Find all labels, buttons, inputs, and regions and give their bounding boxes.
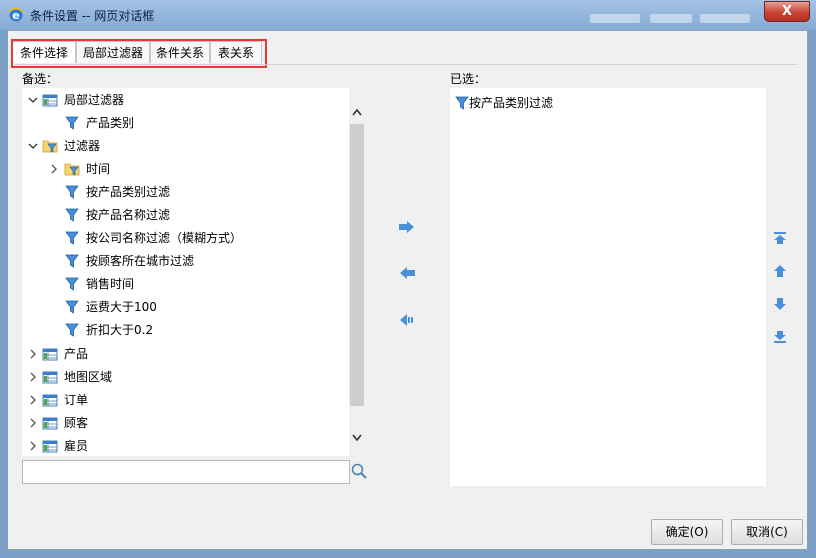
chevron-right-icon[interactable] (28, 441, 38, 451)
filter-icon (65, 116, 79, 130)
tab-panel-border (15, 64, 797, 65)
svg-text:e: e (12, 9, 19, 22)
tree-row-filters[interactable]: 过滤器 (22, 136, 349, 156)
tree-search-input[interactable] (22, 460, 350, 484)
tree-label: 按公司名称过滤（模糊方式） (86, 231, 243, 245)
tree-label: 销售时间 (86, 277, 135, 291)
title-bar: e 条件设置 -- 网页对话框 X (0, 0, 816, 30)
chevron-down-icon[interactable] (28, 95, 38, 105)
table-icon (42, 94, 58, 107)
tree-label: 按产品类别过滤 (86, 185, 171, 199)
filter-icon (65, 323, 79, 337)
tree-row-time[interactable]: 时间 (22, 159, 349, 179)
selected-label: 已选： (450, 72, 487, 86)
scrollbar-thumb[interactable] (350, 124, 364, 406)
chevron-right-icon[interactable] (28, 349, 38, 359)
tree-row-filter-item[interactable]: 按顾客所在城市过滤 (22, 251, 349, 271)
filter-icon (455, 96, 469, 110)
chevron-down-icon[interactable] (28, 141, 38, 151)
blurred-toolbar-text (590, 14, 640, 23)
move-right-icon[interactable] (398, 220, 416, 234)
ok-button[interactable]: 确定(O) (651, 519, 723, 545)
move-all-left-icon[interactable] (398, 313, 416, 327)
move-left-icon[interactable] (398, 266, 416, 280)
chevron-right-icon[interactable] (49, 164, 59, 174)
filter-icon (65, 185, 79, 199)
tree-row-local-filters[interactable]: 局部过滤器 (22, 90, 349, 110)
filter-icon (65, 208, 79, 222)
filter-folder-icon (64, 163, 80, 176)
blurred-toolbar-text (650, 14, 692, 23)
tree-row-filter-item[interactable]: 按产品类别过滤 (22, 182, 349, 202)
chevron-right-icon[interactable] (28, 418, 38, 428)
selected-item-label: 按产品类别过滤 (469, 96, 554, 110)
tree-row-filter-item[interactable]: 折扣大于0.2 (22, 320, 349, 340)
tree-scrollbar[interactable] (349, 88, 365, 456)
tree-row-filter-item[interactable]: 按公司名称过滤（模糊方式） (22, 228, 349, 248)
selected-list[interactable]: 按产品类别过滤 (450, 88, 766, 486)
tree-label: 折扣大于0.2 (86, 323, 154, 337)
tree-label: 按顾客所在城市过滤 (86, 254, 195, 268)
tree-label: 过滤器 (64, 139, 101, 153)
tree-row-table[interactable]: 顾客 (22, 413, 349, 433)
tree-row-filter-item[interactable]: 销售时间 (22, 274, 349, 294)
filter-icon (65, 231, 79, 245)
scroll-up-icon[interactable] (352, 108, 362, 116)
ie-icon: e (8, 7, 24, 22)
tree-label: 运费大于100 (86, 300, 157, 314)
chevron-right-icon[interactable] (28, 395, 38, 405)
move-down-icon[interactable] (773, 297, 787, 311)
available-tree[interactable]: 局部过滤器 产品类别 过滤器 时间 按产品类别过滤 按产品名称过滤 按公司名称过… (22, 88, 349, 456)
filter-icon (65, 277, 79, 291)
tree-row-table[interactable]: 雇员 (22, 436, 349, 456)
tree-label: 产品类别 (86, 116, 135, 130)
filter-icon (65, 254, 79, 268)
scroll-down-icon[interactable] (352, 434, 362, 442)
tree-label: 顾客 (64, 416, 89, 430)
tree-row-filter-item[interactable]: 运费大于100 (22, 297, 349, 317)
tree-label: 地图区域 (64, 370, 113, 384)
chevron-right-icon[interactable] (28, 372, 38, 382)
tree-row-table[interactable]: 产品 (22, 344, 349, 364)
tree-row-table[interactable]: 订单 (22, 390, 349, 410)
tree-row-table[interactable]: 地图区域 (22, 367, 349, 387)
selected-item[interactable]: 按产品类别过滤 (454, 93, 754, 113)
table-icon (42, 371, 58, 384)
table-icon (42, 417, 58, 430)
move-top-icon[interactable] (773, 231, 787, 245)
available-label: 备选： (22, 72, 59, 86)
table-icon (42, 348, 58, 361)
tree-label: 按产品名称过滤 (86, 208, 171, 222)
tree-label: 产品 (64, 347, 89, 361)
move-up-icon[interactable] (773, 264, 787, 278)
tree-label: 雇员 (64, 439, 89, 453)
filter-icon (65, 300, 79, 314)
tree-label: 订单 (64, 393, 89, 407)
cancel-button[interactable]: 取消(C) (731, 519, 803, 545)
dialog-window: e 条件设置 -- 网页对话框 X 条件选择 局部过滤器 条件关系 表关系 备选… (0, 0, 816, 558)
close-button[interactable]: X (764, 1, 810, 22)
tree-label: 时间 (86, 162, 111, 176)
tree-row-filter-item[interactable]: 按产品名称过滤 (22, 205, 349, 225)
filter-folder-icon (42, 140, 58, 153)
tree-row-product-category[interactable]: 产品类别 (22, 113, 349, 133)
move-bottom-icon[interactable] (773, 330, 787, 344)
window-title: 条件设置 -- 网页对话框 (30, 9, 155, 23)
table-icon (42, 440, 58, 453)
blurred-toolbar-text (700, 14, 750, 23)
table-icon (42, 394, 58, 407)
tree-label: 局部过滤器 (64, 93, 125, 107)
search-icon[interactable] (350, 462, 368, 480)
